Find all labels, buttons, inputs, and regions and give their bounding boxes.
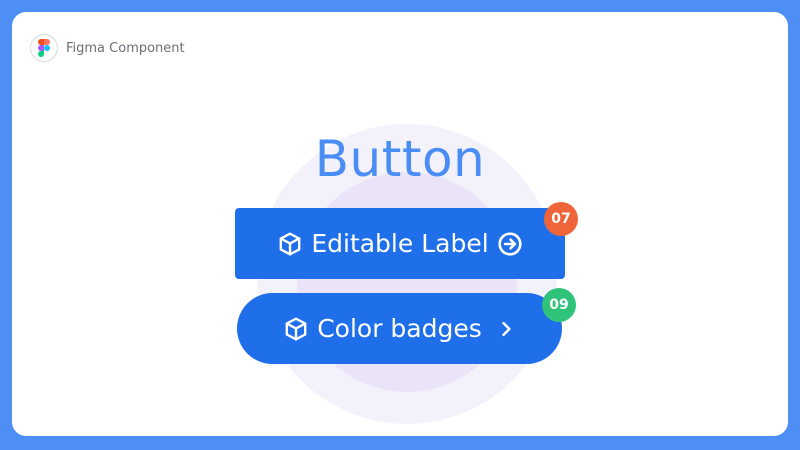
- canvas-card: Figma Component Button Editable Label 07: [12, 12, 788, 436]
- page-title: Button: [314, 130, 486, 188]
- chevron-right-icon: [496, 319, 516, 339]
- button-label: Color badges: [317, 314, 482, 343]
- editable-label-button[interactable]: Editable Label: [235, 208, 565, 279]
- arrow-right-circle-icon: [497, 231, 523, 257]
- count-badge: 07: [544, 202, 578, 236]
- button-label: Editable Label: [311, 229, 489, 258]
- cube-icon: [283, 316, 309, 342]
- brand-label: Figma Component: [66, 40, 185, 56]
- figma-logo-icon: [30, 34, 58, 62]
- cube-icon: [277, 231, 303, 257]
- count-badge: 09: [542, 288, 576, 322]
- color-badges-button[interactable]: Color badges: [237, 293, 562, 364]
- brand: Figma Component: [30, 34, 185, 62]
